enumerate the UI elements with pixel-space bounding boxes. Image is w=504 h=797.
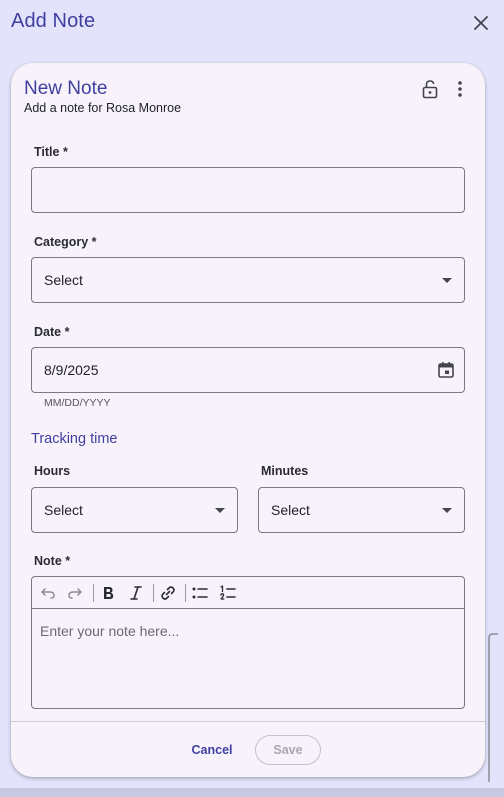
- italic-icon[interactable]: [126, 583, 146, 603]
- toolbar-divider: [93, 584, 94, 602]
- chevron-down-icon: [442, 508, 452, 513]
- more-vertical-icon[interactable]: [449, 78, 471, 100]
- toolbar-divider: [185, 584, 186, 602]
- bottom-strip: [0, 788, 504, 797]
- category-select[interactable]: Select: [31, 257, 465, 303]
- chevron-down-icon: [215, 508, 225, 513]
- save-button[interactable]: Save: [255, 735, 321, 765]
- minutes-select[interactable]: Select: [258, 487, 465, 533]
- link-icon[interactable]: [158, 583, 178, 603]
- date-input[interactable]: 8/9/2025: [31, 347, 465, 393]
- date-label: Date *: [34, 325, 70, 339]
- lock-icon[interactable]: [419, 78, 441, 100]
- date-input-value: 8/9/2025: [44, 362, 99, 378]
- note-card: New Note Add a note for Rosa Monroe Titl…: [11, 63, 485, 777]
- editor-toolbar: [32, 577, 464, 609]
- title-input[interactable]: [31, 167, 465, 213]
- title-label: Title *: [34, 145, 68, 159]
- category-select-value: Select: [44, 272, 83, 288]
- undo-icon[interactable]: [38, 583, 58, 603]
- minutes-label: Minutes: [261, 464, 309, 478]
- scrollbar-edge[interactable]: [486, 632, 500, 782]
- hours-select-value: Select: [44, 502, 83, 518]
- tracking-time-title: Tracking time: [31, 431, 118, 447]
- dialog-header: Add Note: [0, 0, 504, 48]
- date-helper-text: MM/DD/YYYY: [44, 397, 111, 409]
- hours-select[interactable]: Select: [31, 487, 238, 533]
- bullet-list-icon[interactable]: [190, 583, 210, 603]
- hours-label: Hours: [34, 464, 71, 478]
- cancel-button[interactable]: Cancel: [181, 735, 243, 765]
- footer-divider: [11, 721, 485, 722]
- redo-icon[interactable]: [65, 583, 85, 603]
- dialog-title: Add Note: [11, 10, 96, 32]
- card-title: New Note: [24, 78, 108, 99]
- calendar-icon[interactable]: [436, 360, 456, 380]
- toolbar-divider: [153, 584, 154, 602]
- note-placeholder: Enter your note here...: [40, 623, 180, 639]
- bold-icon[interactable]: [98, 583, 118, 603]
- note-editor[interactable]: Enter your note here...: [31, 576, 465, 709]
- close-icon[interactable]: [470, 12, 492, 34]
- chevron-down-icon: [442, 278, 452, 283]
- category-label: Category *: [34, 235, 97, 249]
- numbered-list-icon[interactable]: [218, 583, 238, 603]
- note-label: Note *: [34, 554, 71, 568]
- card-subtitle: Add a note for Rosa Monroe: [24, 101, 182, 115]
- minutes-select-value: Select: [271, 502, 310, 518]
